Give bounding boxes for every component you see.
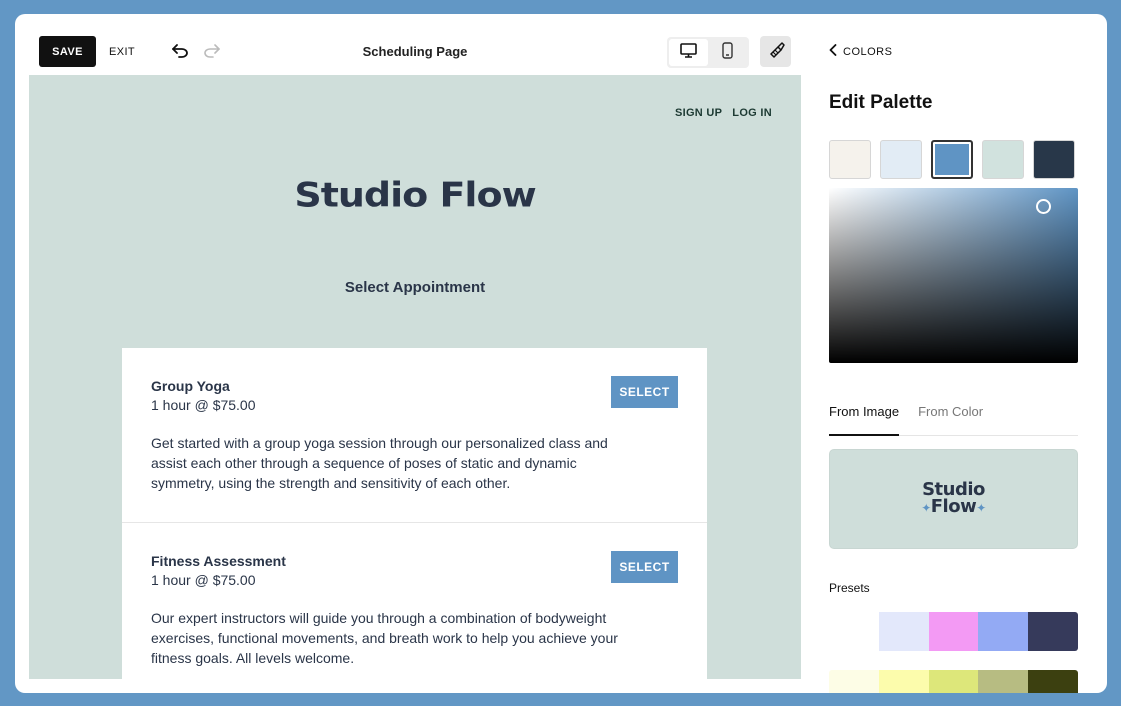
- preset-palette[interactable]: [829, 612, 1078, 651]
- desktop-icon: [680, 42, 697, 63]
- sign-up-link[interactable]: SIGN UP: [675, 107, 722, 119]
- palette-swatch[interactable]: [880, 140, 922, 179]
- appointment-description: Our expert instructors will guide you th…: [151, 610, 618, 666]
- source-image-card[interactable]: Studio ✦Flow✦: [829, 449, 1078, 549]
- tab-from-image[interactable]: From Image: [829, 398, 900, 436]
- site-nav: SIGN UP LOG IN: [675, 107, 772, 119]
- palette-swatch[interactable]: [829, 140, 871, 179]
- appointment-name: Fitness Assessment: [151, 553, 286, 569]
- appointment-item: Fitness Assessment 1 hour @ $75.00 Our e…: [122, 522, 707, 679]
- back-to-colors-link[interactable]: COLORS: [829, 44, 892, 59]
- preset-color: [1028, 612, 1078, 651]
- desktop-view-button[interactable]: [669, 39, 708, 66]
- editor-toolbar: SAVE EXIT Scheduling Page: [29, 28, 801, 75]
- preset-color: [1028, 670, 1078, 693]
- log-in-link[interactable]: LOG IN: [732, 107, 772, 119]
- chevron-left-icon: [829, 44, 837, 59]
- site-editor: SAVE EXIT Scheduling Page SIGN UP LOG IN…: [29, 28, 801, 679]
- palette-swatch[interactable]: [931, 140, 973, 179]
- redo-icon[interactable]: [199, 38, 225, 64]
- design-button[interactable]: [760, 36, 791, 67]
- preset-color: [829, 612, 879, 651]
- palette-source-tabs: From Image From Color: [829, 398, 1078, 436]
- logo-line-2-wrap: ✦Flow✦: [921, 498, 986, 517]
- mobile-icon: [722, 41, 733, 64]
- app-window: SAVE EXIT Scheduling Page SIGN UP LOG IN…: [15, 14, 1107, 693]
- preset-palette[interactable]: [829, 670, 1078, 693]
- preset-color: [878, 612, 929, 651]
- source-image-logo: Studio ✦Flow✦: [921, 481, 986, 517]
- appointment-price: 1 hour @ $75.00: [151, 572, 256, 588]
- sparkle-icon: ✦: [976, 501, 986, 515]
- preset-color: [978, 670, 1029, 693]
- device-toggle: [667, 37, 749, 68]
- paint-brush-icon: [767, 40, 785, 63]
- panel-title: Edit Palette: [829, 92, 933, 113]
- preset-color: [978, 612, 1029, 651]
- tab-from-color[interactable]: From Color: [918, 398, 983, 436]
- palette-swatch[interactable]: [982, 140, 1024, 179]
- appointment-price: 1 hour @ $75.00: [151, 397, 256, 413]
- mobile-view-button[interactable]: [708, 39, 747, 66]
- appointment-description: Get started with a group yoga session th…: [151, 435, 608, 491]
- palette-swatches: [829, 140, 1079, 179]
- select-appointment-button[interactable]: SELECT: [611, 376, 678, 408]
- section-heading: Select Appointment: [344, 279, 486, 296]
- appointment-name: Group Yoga: [151, 378, 230, 394]
- palette-swatch[interactable]: [1033, 140, 1075, 179]
- preset-color: [928, 612, 979, 651]
- preset-color: [829, 670, 879, 693]
- palette-panel: COLORS Edit Palette From Image From Colo…: [829, 14, 1091, 693]
- preset-color: [878, 670, 929, 693]
- select-appointment-button[interactable]: SELECT: [611, 551, 678, 583]
- back-link-label: COLORS: [843, 45, 893, 58]
- appointment-item: Group Yoga 1 hour @ $75.00 Get started w…: [122, 348, 707, 522]
- preset-color: [928, 670, 979, 693]
- site-logo: Studio Flow: [294, 175, 536, 215]
- undo-icon[interactable]: [167, 38, 193, 64]
- logo-line-2: Flow: [930, 496, 977, 517]
- sparkle-icon: ✦: [921, 501, 931, 515]
- color-picker-area[interactable]: [829, 188, 1078, 363]
- presets-label: Presets: [829, 581, 870, 595]
- color-picker-handle[interactable]: [1036, 199, 1051, 214]
- exit-button[interactable]: EXIT: [109, 36, 135, 67]
- appointment-list: Group Yoga 1 hour @ $75.00 Get started w…: [122, 348, 707, 679]
- save-button[interactable]: SAVE: [39, 36, 96, 67]
